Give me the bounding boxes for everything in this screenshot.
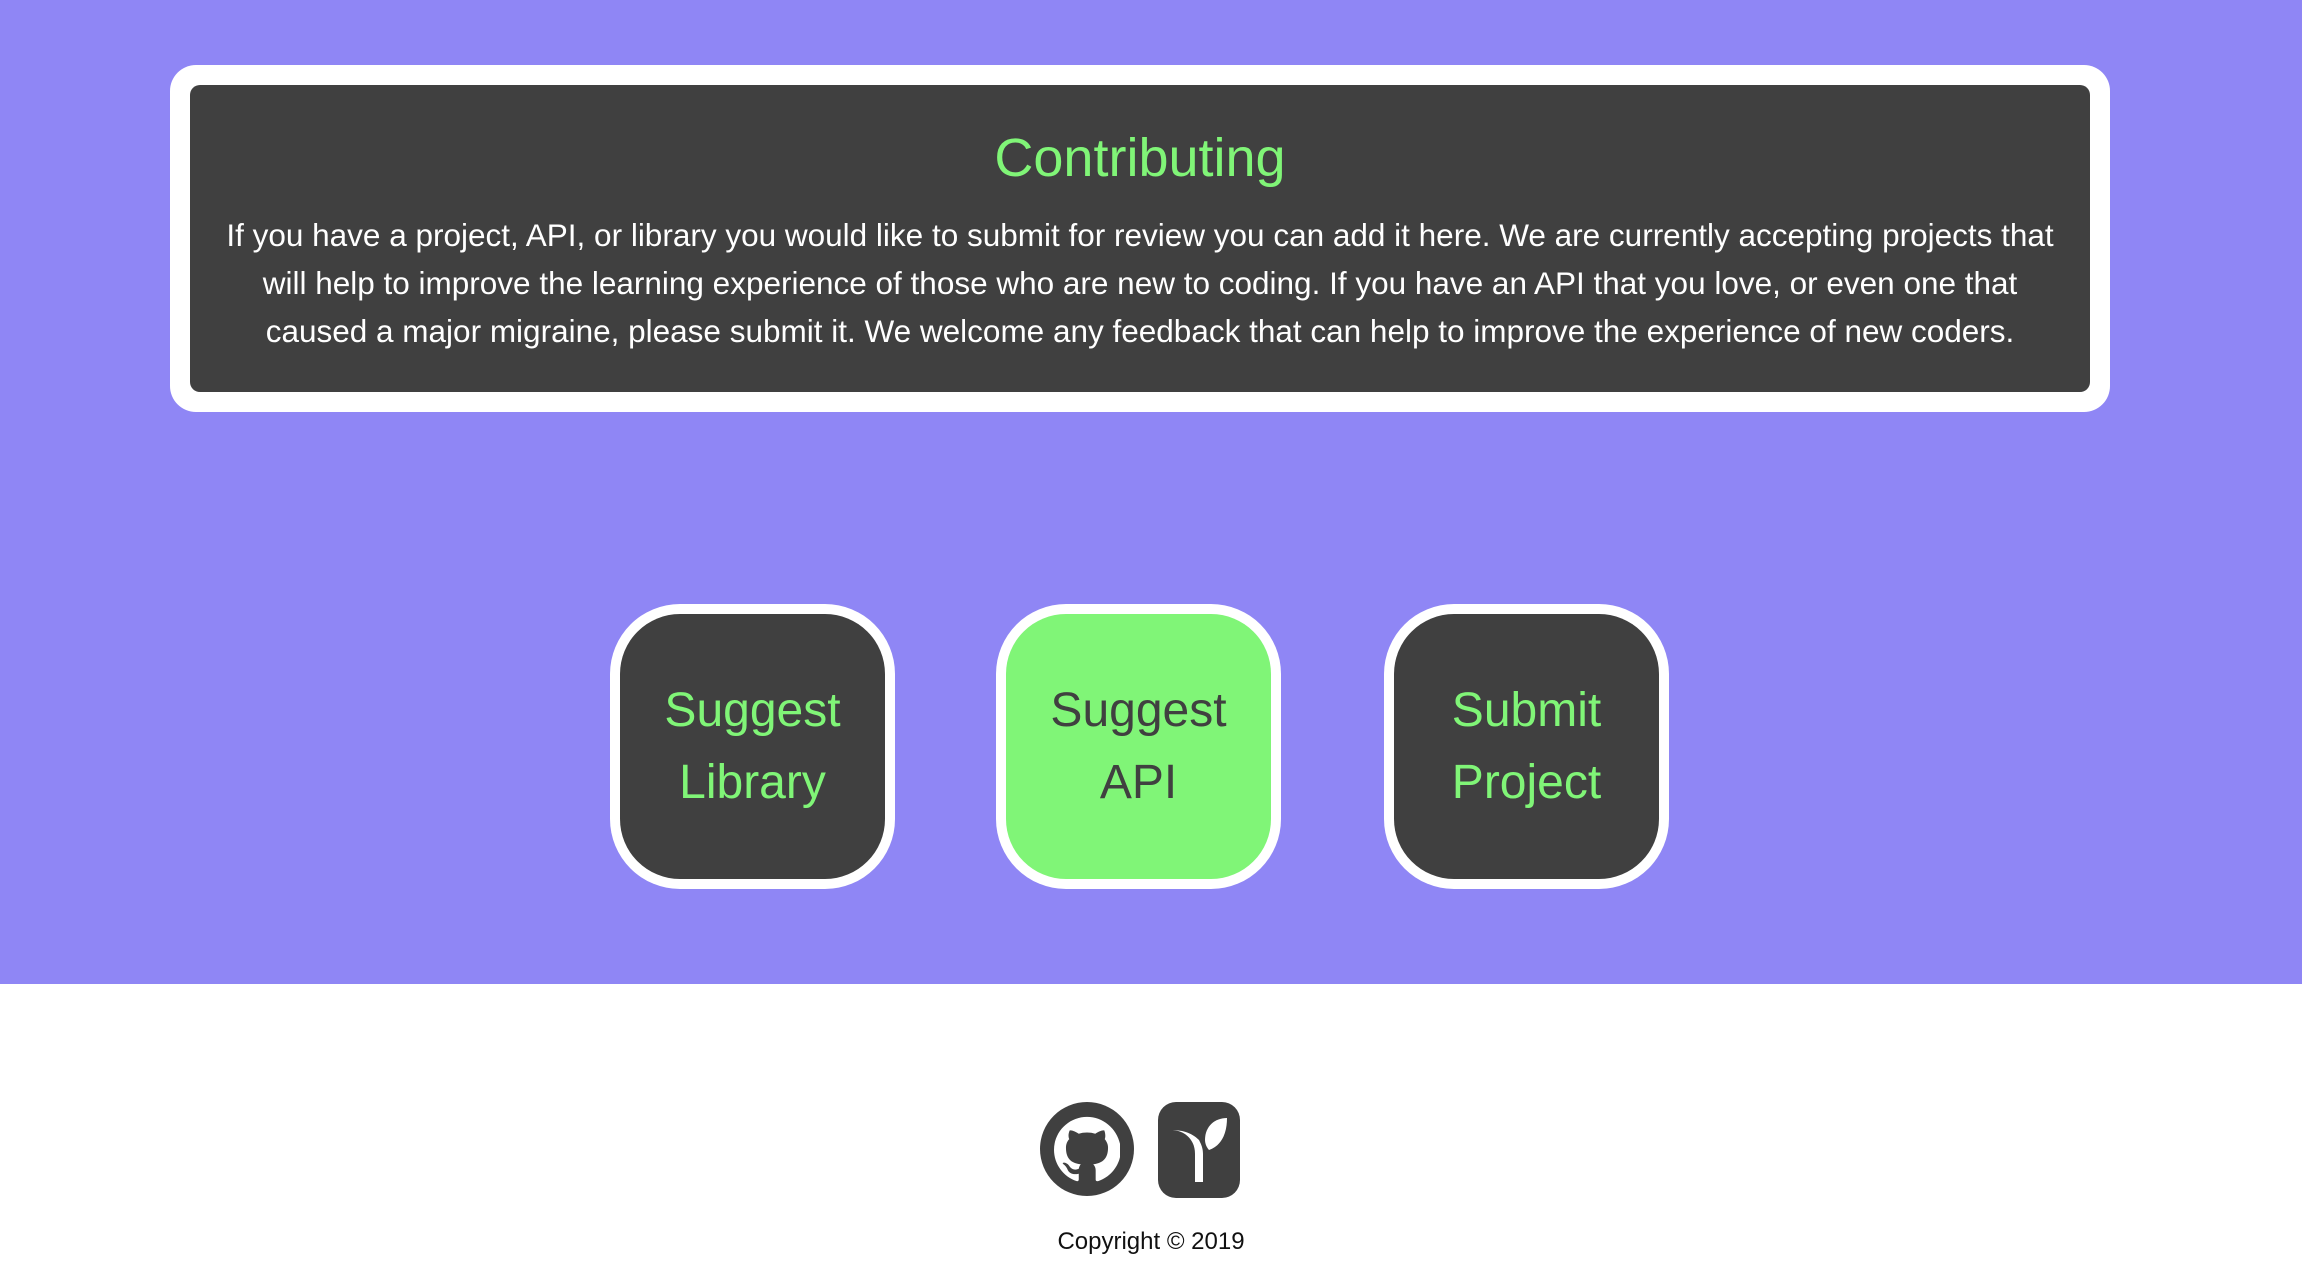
suggest-api-label: Suggest API xyxy=(1050,683,1227,809)
contributing-card: Contributing If you have a project, API,… xyxy=(170,65,2110,412)
contributing-description: If you have a project, API, or library y… xyxy=(226,217,2054,349)
social-links xyxy=(1040,1102,1240,1198)
github-icon[interactable] xyxy=(1040,1102,1134,1196)
copyright-text: Copyright © 2019 xyxy=(1057,1228,1245,1255)
suggest-library-label: Suggest Library xyxy=(664,683,841,809)
contributing-panel: Contributing If you have a project, API,… xyxy=(190,85,2090,392)
suggest-api-button[interactable]: Suggest API xyxy=(996,604,1281,889)
submit-project-button[interactable]: Submit Project xyxy=(1384,604,1669,889)
footer: Copyright © 2019 xyxy=(0,984,2302,1274)
sprout-icon[interactable] xyxy=(1158,1102,1240,1198)
hero-section: Contributing If you have a project, API,… xyxy=(0,0,2302,984)
suggest-library-button[interactable]: Suggest Library xyxy=(610,604,895,889)
page-title: Contributing xyxy=(994,128,1286,188)
submit-project-label: Submit Project xyxy=(1451,683,1602,809)
